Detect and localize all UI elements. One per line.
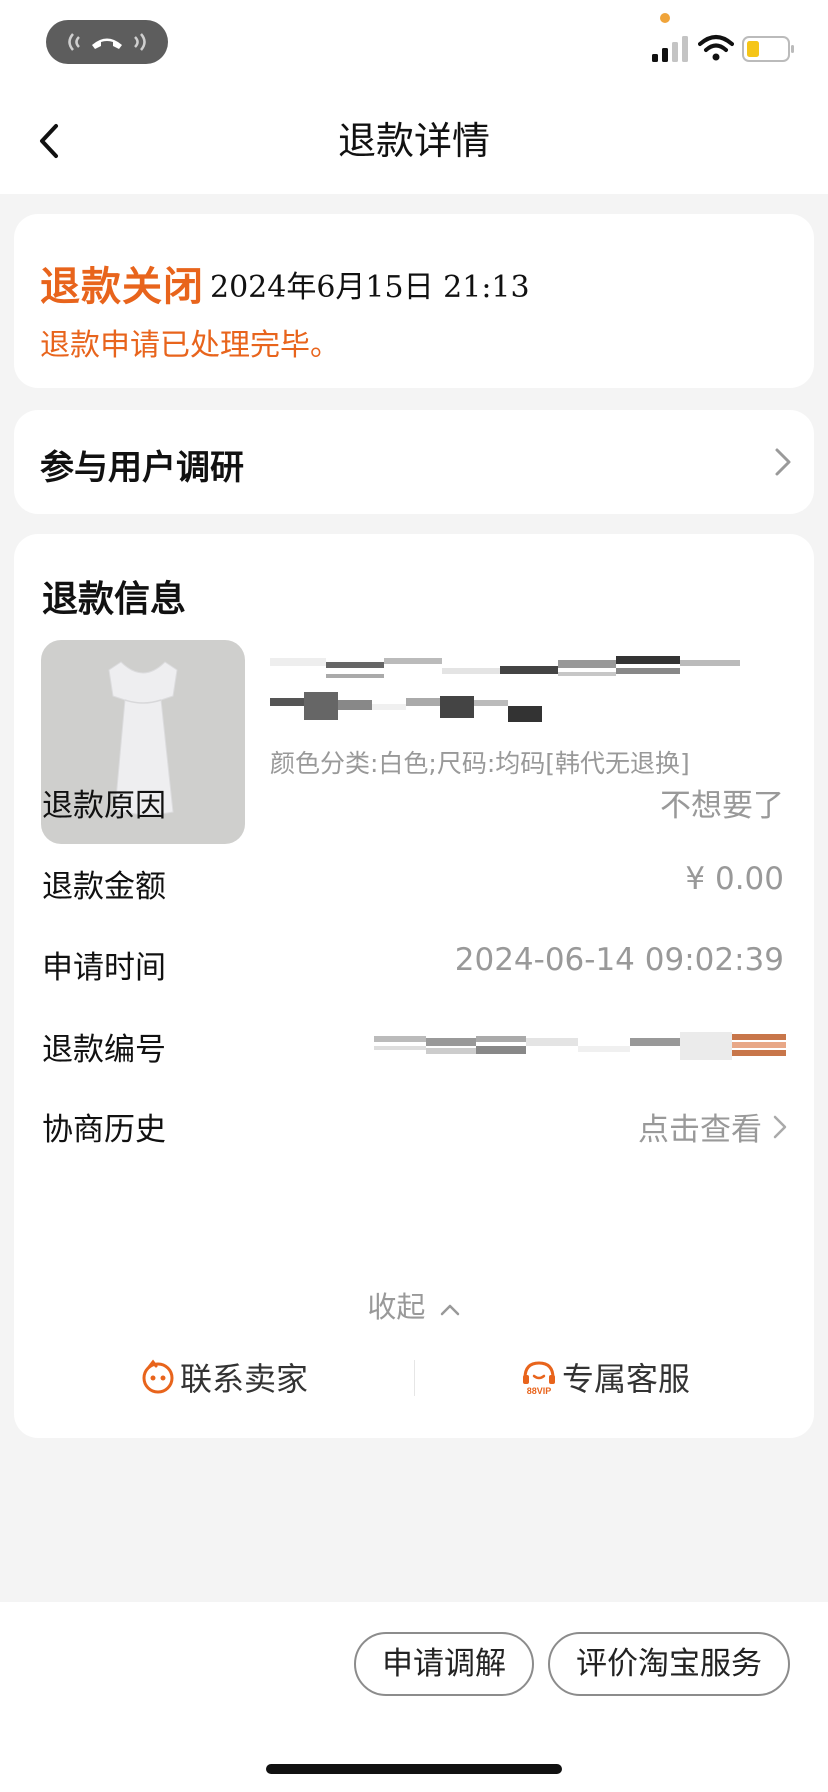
negotiation-history-label: 协商历史 <box>42 1112 166 1148</box>
svg-text:88VIP: 88VIP <box>527 1386 552 1396</box>
collapse-label: 收起 <box>367 1290 426 1324</box>
refund-reason-value: 不想要了 <box>660 788 784 824</box>
refund-status-card: 退款关闭 2024年6月15日 21:13 退款申请已处理完毕。 <box>14 214 814 388</box>
exclusive-service-label: 专属客服 <box>562 1360 691 1398</box>
negotiation-history-value: 点击查看 <box>638 1112 762 1148</box>
chevron-up-icon <box>440 1304 459 1316</box>
refund-info-card: 退款信息 颜色分类:白色;尺码:均码[韩代无退换] 退款原因 不想要了 退款金额… <box>14 534 814 1438</box>
product-sku: 颜色分类:白色;尺码:均码[韩代无退换] <box>270 749 690 778</box>
refund-status-description: 退款申请已处理完毕。 <box>40 328 340 363</box>
rate-service-button[interactable]: 评价淘宝服务 <box>548 1632 790 1696</box>
negotiation-history-link[interactable]: 点击查看 <box>638 1104 790 1149</box>
refund-number-redacted[interactable] <box>374 1032 786 1060</box>
88vip-headset-icon: 88VIP <box>523 1361 555 1396</box>
privacy-dot <box>660 13 670 23</box>
nav-bar: 退款详情 <box>0 88 828 194</box>
refund-status-title: 退款关闭 <box>40 264 204 310</box>
battery-icon <box>742 36 794 62</box>
page-title: 退款详情 <box>337 119 490 163</box>
signal-icon <box>652 36 688 62</box>
contact-seller-button[interactable]: 联系卖家 <box>140 1354 308 1400</box>
status-bar <box>0 0 828 88</box>
home-indicator[interactable] <box>266 1764 562 1774</box>
refund-reason-label: 退款原因 <box>42 788 166 824</box>
apply-time-value: 2024-06-14 09:02:39 <box>454 942 784 978</box>
contact-seller-label: 联系卖家 <box>180 1360 309 1398</box>
collapse-button[interactable]: 收起 <box>14 1284 814 1326</box>
call-indicator[interactable] <box>46 20 168 64</box>
phone-call-icon <box>68 33 146 51</box>
refund-info-title: 退款信息 <box>42 579 187 620</box>
chevron-right-icon <box>773 1115 787 1138</box>
refund-number-label: 退款编号 <box>42 1032 166 1068</box>
user-survey-entry[interactable]: 参与用户调研 <box>14 410 814 514</box>
refund-amount-value: ¥ 0.00 <box>685 861 784 897</box>
seller-face-icon <box>142 1359 174 1394</box>
wifi-icon <box>698 35 734 61</box>
user-survey-label: 参与用户调研 <box>40 448 244 488</box>
chevron-right-icon <box>775 448 791 476</box>
refund-status-time: 2024年6月15日 21:13 <box>210 270 530 305</box>
action-divider <box>414 1360 415 1396</box>
apply-mediation-button[interactable]: 申请调解 <box>354 1632 534 1696</box>
apply-time-label: 申请时间 <box>42 950 166 986</box>
bottom-action-bar: 申请调解 评价淘宝服务 <box>0 1602 828 1792</box>
refund-amount-label: 退款金额 <box>42 869 166 905</box>
exclusive-service-button[interactable]: 88VIP 专属客服 <box>520 1354 690 1400</box>
product-title-redacted <box>270 656 740 722</box>
